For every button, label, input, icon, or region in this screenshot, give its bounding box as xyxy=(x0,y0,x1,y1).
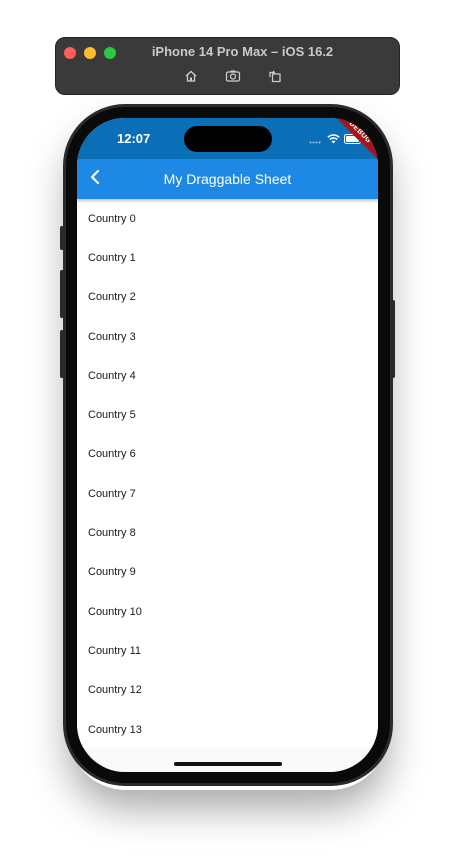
list-item[interactable]: Country 5 xyxy=(77,395,378,434)
list-item[interactable]: Country 2 xyxy=(77,278,378,317)
status-bar: 12:07 DEBUG xyxy=(77,118,378,166)
screenshot-icon[interactable] xyxy=(225,68,241,84)
phone-screen: 12:07 DEBUG My Draggable Sheet Country 0… xyxy=(77,118,378,772)
list-item[interactable]: Country 9 xyxy=(77,553,378,592)
list-item[interactable]: Country 12 xyxy=(77,671,378,710)
volume-up-button xyxy=(60,270,64,318)
list-item[interactable]: Country 7 xyxy=(77,474,378,513)
page-title: My Draggable Sheet xyxy=(163,171,292,187)
action-button xyxy=(60,226,64,250)
list-item[interactable]: Country 1 xyxy=(77,238,378,277)
rotate-icon[interactable] xyxy=(267,68,283,84)
volume-down-button xyxy=(60,330,64,378)
list-item[interactable]: Country 8 xyxy=(77,513,378,552)
list-item[interactable]: Country 13 xyxy=(77,710,378,748)
cellular-signal-icon xyxy=(309,131,323,149)
home-indicator[interactable] xyxy=(174,762,282,766)
country-list[interactable]: Country 0 Country 1 Country 2 Country 3 … xyxy=(77,199,378,748)
list-item[interactable]: Country 3 xyxy=(77,317,378,356)
power-button xyxy=(391,300,395,378)
simulator-window: iPhone 14 Pro Max – iOS 16.2 xyxy=(55,37,400,95)
list-item[interactable]: Country 11 xyxy=(77,631,378,670)
list-item[interactable]: Country 10 xyxy=(77,592,378,631)
list-item[interactable]: Country 6 xyxy=(77,435,378,474)
simulator-title: iPhone 14 Pro Max – iOS 16.2 xyxy=(151,44,334,59)
status-time: 12:07 xyxy=(117,131,151,146)
simulator-toolbar xyxy=(56,68,399,84)
wifi-icon xyxy=(327,131,340,149)
home-icon[interactable] xyxy=(183,68,199,84)
list-item[interactable]: Country 0 xyxy=(77,199,378,238)
dynamic-island xyxy=(184,126,272,152)
list-item[interactable]: Country 4 xyxy=(77,356,378,395)
app-bar: My Draggable Sheet xyxy=(77,159,378,199)
